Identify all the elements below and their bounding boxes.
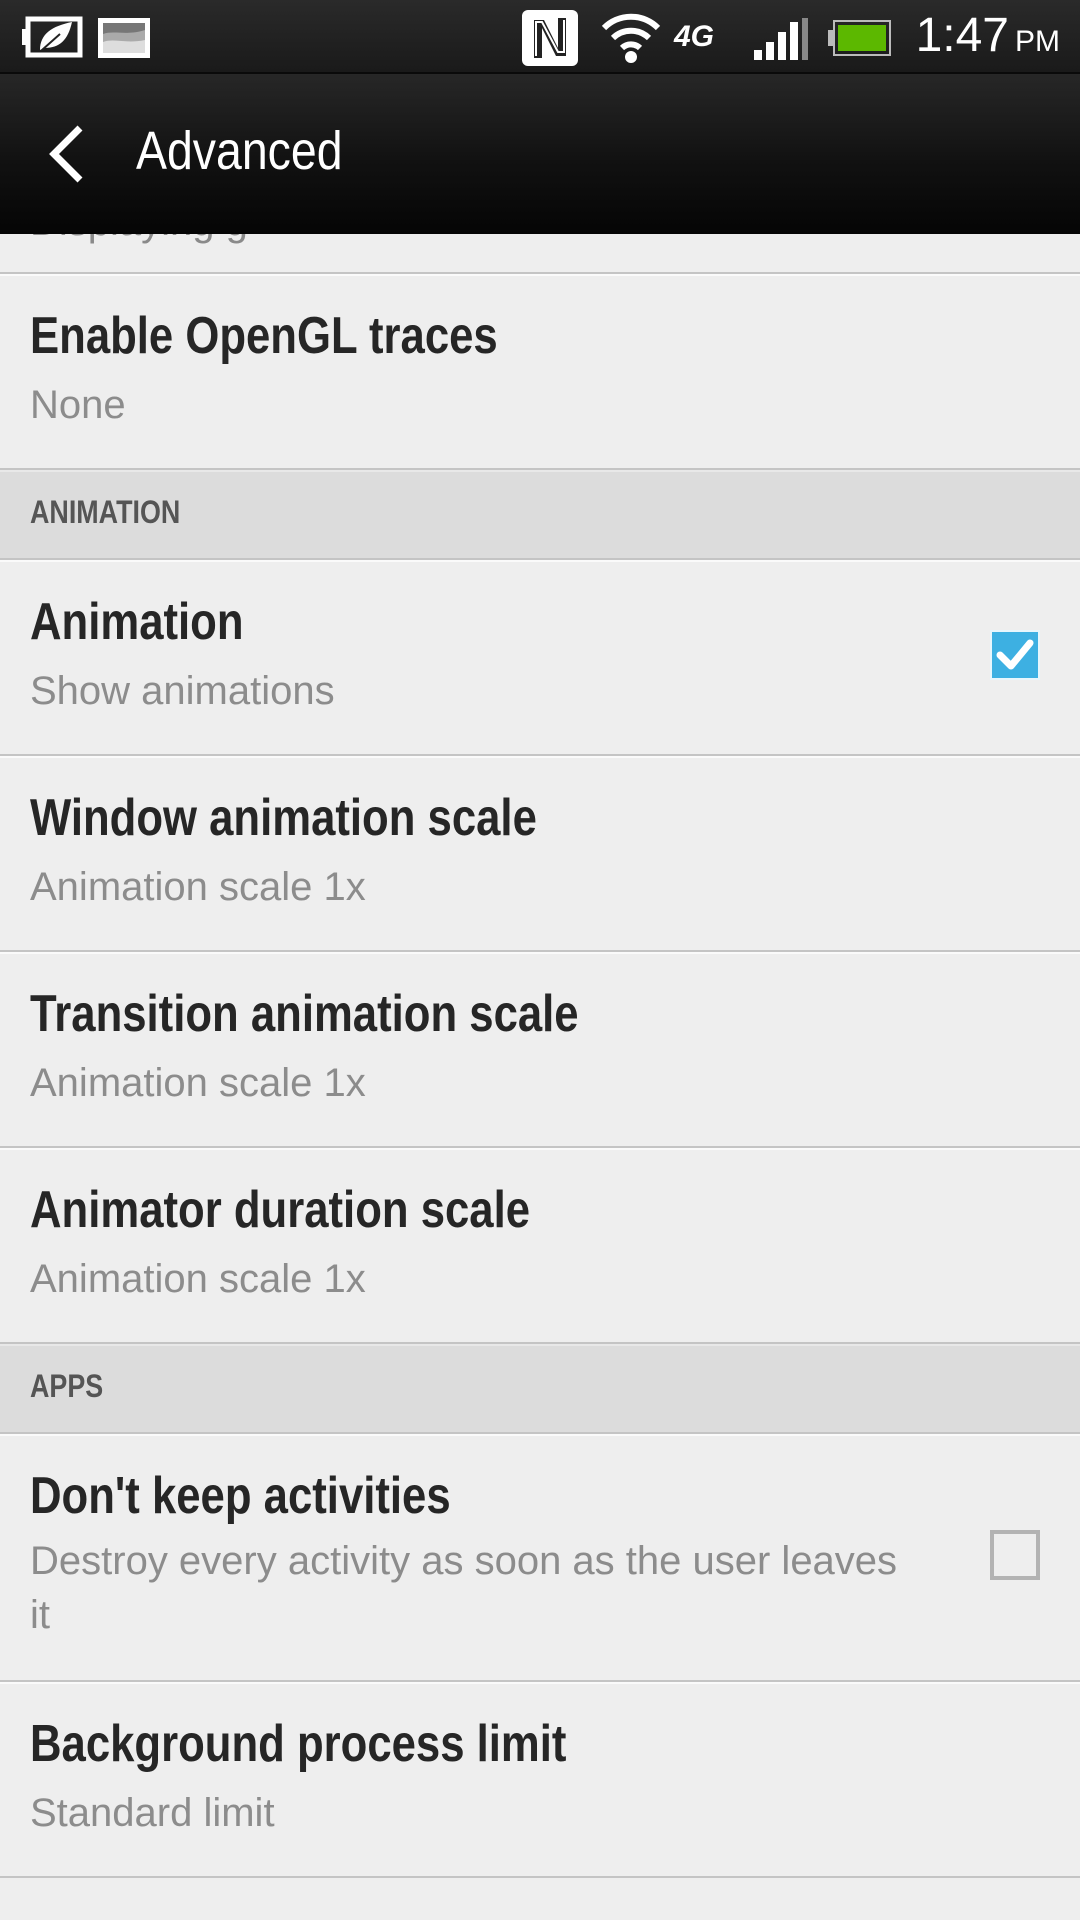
item-summary: Animation scale 1x — [30, 865, 366, 909]
list-item-partial[interactable]: Displaying g — [0, 234, 1080, 274]
checkmark-icon — [996, 639, 1034, 670]
battery-icon — [828, 20, 891, 56]
settings-list: Displaying g Enable OpenGL traces None A… — [0, 234, 1080, 1878]
section-label: ANIMATION — [30, 494, 181, 530]
gallery-icon — [98, 18, 150, 58]
list-item-window-animation-scale[interactable]: Window animation scale Animation scale 1… — [0, 756, 1080, 952]
clock-ampm: PM — [1015, 25, 1060, 58]
signal-icon — [754, 18, 808, 60]
list-item-transition-animation-scale[interactable]: Transition animation scale Animation sca… — [0, 952, 1080, 1148]
wifi-icon — [601, 13, 661, 63]
power-saver-icon — [22, 16, 83, 58]
item-summary: Destroy every activity as soon as the us… — [30, 1539, 898, 1637]
nfc-icon — [522, 10, 578, 66]
status-bar: 4G 1:47 PM — [0, 0, 1080, 74]
item-summary: Show animations — [30, 669, 335, 713]
list-item-dont-keep-activities[interactable]: Don't keep activities Destroy every acti… — [0, 1434, 1080, 1682]
dont-keep-activities-checkbox[interactable] — [990, 1530, 1040, 1580]
animation-checkbox[interactable] — [990, 630, 1040, 680]
section-label: APPS — [30, 1368, 104, 1404]
item-summary: Animation scale 1x — [30, 1061, 366, 1105]
list-item-animator-duration-scale[interactable]: Animator duration scale Animation scale … — [0, 1148, 1080, 1344]
chevron-left-icon[interactable] — [44, 124, 94, 184]
app-bar: Advanced — [0, 74, 1080, 234]
item-title: Don't keep activities — [30, 1467, 451, 1525]
list-item-background-process-limit[interactable]: Background process limit Standard limit — [0, 1682, 1080, 1878]
section-header-apps: APPS — [0, 1344, 1080, 1434]
partial-item-text: Displaying g — [30, 234, 248, 245]
clock-time: 1:47 — [915, 9, 1009, 62]
item-title: Window animation scale — [30, 789, 537, 847]
item-summary: Animation scale 1x — [30, 1257, 366, 1301]
clock: 1:47 PM — [916, 8, 1060, 63]
4g-icon: 4G — [674, 20, 715, 53]
list-item-animation[interactable]: Animation Show animations — [0, 560, 1080, 756]
item-title: Background process limit — [30, 1715, 567, 1773]
item-title: Enable OpenGL traces — [30, 307, 498, 365]
item-title: Transition animation scale — [30, 985, 579, 1043]
item-summary: Standard limit — [30, 1791, 275, 1835]
list-item-opengl-traces[interactable]: Enable OpenGL traces None — [0, 274, 1080, 470]
item-title: Animation — [30, 593, 244, 651]
item-title: Animator duration scale — [30, 1181, 530, 1239]
item-summary: None — [30, 383, 126, 427]
section-header-animation: ANIMATION — [0, 470, 1080, 560]
page-title: Advanced — [136, 121, 343, 181]
